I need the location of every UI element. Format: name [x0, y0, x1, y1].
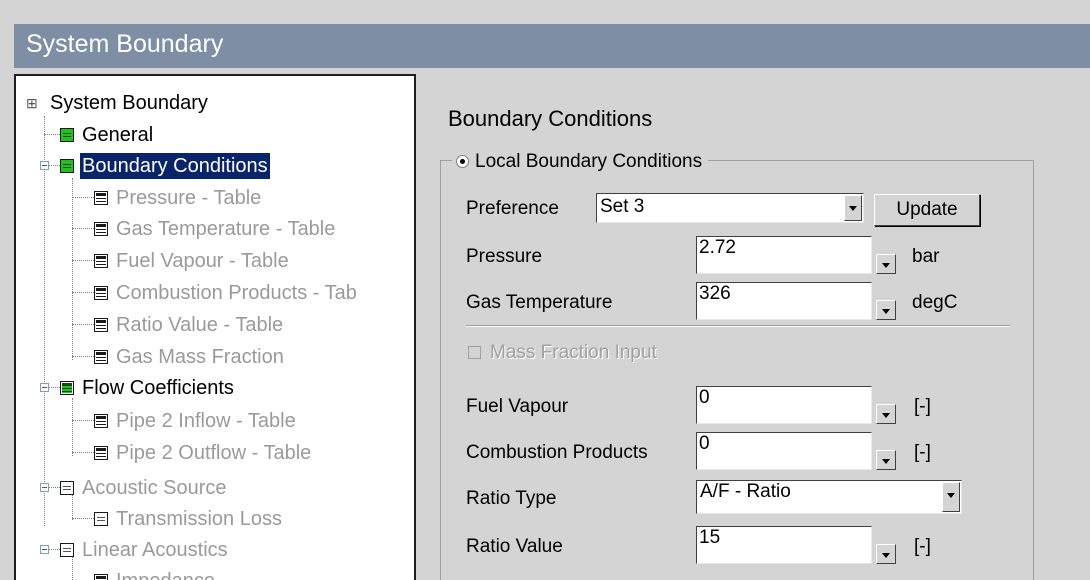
update-button[interactable]: Update [874, 194, 980, 226]
ratio-type-value: A/F - Ratio [700, 481, 791, 502]
tree-item-label: Flow Coefficients [82, 377, 234, 399]
tree-item-label: Ratio Value - Table [116, 314, 284, 336]
pressure-dropdown-icon[interactable] [876, 254, 896, 274]
combustion-products-unit: [-] [914, 442, 931, 463]
grid-icon [94, 512, 108, 526]
ratio-type-label: Ratio Type [466, 488, 557, 509]
navigation-tree[interactable]: ⊞ System Boundary General Boundary Condi… [14, 74, 416, 580]
combustion-products-dropdown-icon[interactable] [876, 450, 896, 470]
ratio-value-label: Ratio Value [466, 536, 563, 557]
ratio-value-input[interactable]: 15 [696, 526, 872, 564]
system-boundary-icon: ⊞ [26, 95, 38, 111]
tree-item-label: Linear Acoustics [82, 539, 228, 561]
radio-selected-icon[interactable] [456, 155, 469, 168]
pressure-label: Pressure [466, 246, 543, 267]
pressure-unit: bar [912, 246, 940, 267]
tree-item-label: Combustion Products - Tab [116, 282, 357, 304]
table-icon [94, 350, 108, 364]
table-icon [94, 286, 108, 300]
pressure-input[interactable]: 2.72 [696, 236, 872, 274]
flow-coefficients-collapse-icon[interactable] [40, 383, 49, 392]
tree-item-label: Impedance [116, 566, 215, 580]
local-boundary-label: Local Boundary Conditions [475, 151, 703, 172]
green-table-icon [60, 159, 74, 173]
acoustic-source-collapse-icon[interactable] [40, 483, 49, 492]
mass-fraction-checkbox[interactable] [468, 346, 481, 359]
grid-icon [60, 481, 74, 495]
tree-item-label: Gas Temperature - Table [116, 218, 336, 240]
table-icon [94, 254, 108, 268]
table-icon [94, 446, 108, 460]
combustion-products-input[interactable]: 0 [696, 432, 872, 470]
window-title: System Boundary [26, 30, 224, 58]
fuel-vapour-dropdown-icon[interactable] [876, 404, 896, 424]
local-boundary-radio[interactable]: Local Boundary Conditions [452, 150, 709, 174]
separator [466, 325, 1010, 327]
boundary-conditions-collapse-icon[interactable] [40, 161, 49, 170]
linear-acoustics-collapse-icon[interactable] [40, 545, 49, 554]
table-icon [94, 222, 108, 236]
preference-value: Set 3 [600, 196, 645, 217]
gas-temperature-unit: degC [912, 292, 958, 313]
fuel-vapour-input[interactable]: 0 [696, 386, 872, 424]
table-icon [94, 191, 108, 205]
tree-item-label: Boundary Conditions [79, 152, 271, 180]
tree-root-label: System Boundary [50, 92, 208, 114]
tree-item-label: Transmission Loss [116, 508, 282, 530]
window-title-bar: System Boundary [14, 24, 1090, 68]
tree-item-label: Pipe 2 Outflow - Table [116, 442, 312, 464]
fuel-vapour-unit: [-] [914, 396, 931, 417]
grid-icon [60, 543, 74, 557]
tree-item-label: Gas Mass Fraction [116, 346, 284, 368]
tree-item-label: Pipe 2 Inflow - Table [116, 410, 296, 432]
ratio-value-dropdown-icon[interactable] [876, 544, 896, 564]
chevron-down-icon[interactable] [942, 482, 960, 512]
table-icon [94, 574, 108, 580]
table-icon [94, 414, 108, 428]
ratio-value-unit: [-] [914, 536, 931, 557]
panel-heading: Boundary Conditions [448, 106, 653, 131]
tree-item-label: Pressure - Table [116, 187, 262, 209]
green-table-icon [60, 128, 74, 142]
preference-select[interactable]: Set 3 [596, 193, 864, 223]
fuel-vapour-label: Fuel Vapour [466, 396, 569, 417]
mass-fraction-label: Mass Fraction Input [490, 342, 657, 363]
green-table-icon [60, 381, 74, 395]
gas-temperature-label: Gas Temperature [466, 292, 613, 313]
combustion-products-label: Combustion Products [466, 442, 648, 463]
tree-item-label: General [82, 124, 154, 146]
gas-temperature-dropdown-icon[interactable] [876, 300, 896, 320]
tree-item-label: Fuel Vapour - Table [116, 250, 289, 272]
ratio-type-select[interactable]: A/F - Ratio [696, 480, 962, 514]
gas-temperature-input[interactable]: 326 [696, 282, 872, 320]
tree-item-label: Acoustic Source [82, 477, 227, 499]
table-icon [94, 318, 108, 332]
preference-label: Preference [466, 198, 559, 219]
chevron-down-icon[interactable] [844, 195, 862, 221]
